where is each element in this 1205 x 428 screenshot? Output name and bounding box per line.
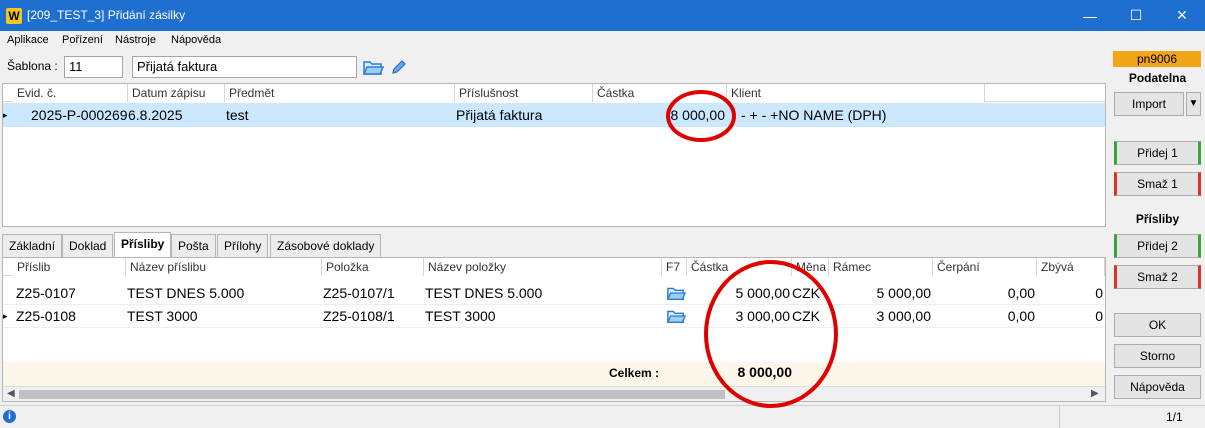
add-1-button[interactable]: Přidej 1 [1114,141,1201,165]
template-code-field[interactable]: 11 [64,56,123,78]
cell-remaining: 0 [1095,308,1103,324]
col-subject[interactable]: Předmět [225,84,455,102]
page-indicator: 1/1 [1166,410,1183,424]
col-client[interactable]: Klient [727,84,985,102]
commit-grid: Příslib Název příslibu Položka Název pol… [2,257,1106,402]
delete-1-button[interactable]: Smaž 1 [1114,172,1201,196]
menu-nastroje[interactable]: Nástroje [115,34,156,46]
tab-zasobove-doklady[interactable]: Zásobové doklady [270,234,382,257]
template-label: Šablona : [7,59,58,73]
commit-header: Přísliby [1135,212,1180,226]
cell-commit-name: TEST 3000 [127,308,198,324]
horizontal-scrollbar[interactable]: ◀ ▶ [3,386,1105,401]
col-remaining[interactable]: Zbývá [1037,258,1105,276]
col-commit-name[interactable]: Název příslibu [126,258,322,276]
cell-client: - + - +NO NAME (DPH) [741,107,887,123]
col-frame[interactable]: Rámec [829,258,933,276]
help-button[interactable]: Nápověda [1114,375,1201,399]
status-bar: i 1/1 [0,405,1205,428]
close-button[interactable]: ✕ [1159,0,1205,31]
cell-frame: 3 000,00 [876,308,932,324]
table-row[interactable]: Z25-0107 TEST DNES 5.000 Z25-0107/1 TEST… [3,282,1105,305]
tab-prilohy[interactable]: Přílohy [217,234,269,257]
cell-item-name: TEST DNES 5.000 [425,285,543,301]
maximize-button[interactable]: ☐ [1113,0,1159,31]
scroll-left-icon[interactable]: ◀ [7,388,15,399]
tab-prisliby[interactable]: Přísliby [114,232,172,257]
status-divider [1059,406,1060,428]
tab-doklad[interactable]: Doklad [62,234,114,257]
open-folder-icon[interactable] [362,56,385,78]
template-name-field[interactable]: Přijatá faktura [132,56,357,78]
tab-posta[interactable]: Pošta [171,234,216,257]
col-item[interactable]: Položka [322,258,424,276]
col-date[interactable]: Datum zápisu [128,84,225,102]
cell-remaining: 0 [1095,285,1103,301]
import-button[interactable]: Import [1114,92,1184,116]
user-badge: pn9006 [1113,51,1201,67]
open-folder-icon[interactable] [666,283,687,303]
menu-aplikace[interactable]: Aplikace [7,34,49,46]
cell-item: Z25-0108/1 [323,308,395,324]
cell-drawn: 0,00 [1007,285,1035,301]
minimize-icon: — [1083,7,1097,24]
cell-item: Z25-0107/1 [323,285,395,301]
title-bar: W [209_TEST_3] Přidání zásilky — ☐ ✕ [0,0,1205,31]
window-title: [209_TEST_3] Přidání zásilky [27,8,186,22]
cell-subject: test [226,107,249,123]
row-pointer-icon: ▸ [3,110,8,120]
cell-evid: 2025-P-000269 [31,107,128,123]
col-commit[interactable]: Příslib [13,258,126,276]
chevron-down-icon: ▼ [1188,98,1199,109]
col-item-name[interactable]: Název položky [424,258,662,276]
info-icon: i [3,410,16,423]
col-f7[interactable]: F7 [662,258,687,276]
filing-header: Podatelna [1128,71,1187,85]
scroll-right-icon[interactable]: ▶ [1091,388,1099,399]
cell-drawn: 0,00 [1007,308,1035,324]
annotation-circle [666,90,736,142]
cell-date: 6.8.2025 [128,107,183,123]
main-grid: Evid. č. Datum zápisu Předmět Příslušnos… [2,83,1106,227]
total-row: Celkem : 8 000,00 [3,362,1105,386]
menu-bar: Aplikace Pořízení Nástroje Nápověda [0,31,1205,51]
menu-porizeni[interactable]: Pořízení [62,34,103,46]
cell-commit: Z25-0108 [16,308,76,324]
edit-pencil-icon[interactable] [390,58,408,76]
import-dropdown-button[interactable]: ▼ [1186,92,1201,116]
add-2-button[interactable]: Přidej 2 [1114,234,1201,258]
cancel-button[interactable]: Storno [1114,344,1201,368]
cell-frame: 5 000,00 [876,285,932,301]
cell-affiliation: Přijatá faktura [456,107,543,123]
table-row[interactable]: ▸ Z25-0108 TEST 3000 Z25-0108/1 TEST 300… [3,305,1105,328]
cell-commit-name: TEST DNES 5.000 [127,285,245,301]
tab-zakladni[interactable]: Základní [2,234,63,257]
open-folder-icon[interactable] [666,306,687,326]
col-evid[interactable]: Evid. č. [13,84,128,102]
row-pointer-icon: ▸ [3,311,8,321]
cell-commit: Z25-0107 [16,285,76,301]
scrollbar-thumb[interactable] [19,390,725,399]
menu-napoveda[interactable]: Nápověda [171,34,221,46]
maximize-icon: ☐ [1129,7,1143,23]
total-label: Celkem : [609,366,660,380]
cell-item-name: TEST 3000 [425,308,496,324]
close-icon: ✕ [1176,7,1188,23]
annotation-circle [704,260,838,408]
delete-2-button[interactable]: Smaž 2 [1114,265,1201,289]
minimize-button[interactable]: — [1067,0,1113,31]
table-row[interactable]: ▸ 2025-P-000269 6.8.2025 test Přijatá fa… [3,103,1105,127]
col-affiliation[interactable]: Příslušnost [455,84,593,102]
app-logo-icon: W [6,8,22,24]
col-drawn[interactable]: Čerpání [933,258,1037,276]
ok-button[interactable]: OK [1114,313,1201,337]
